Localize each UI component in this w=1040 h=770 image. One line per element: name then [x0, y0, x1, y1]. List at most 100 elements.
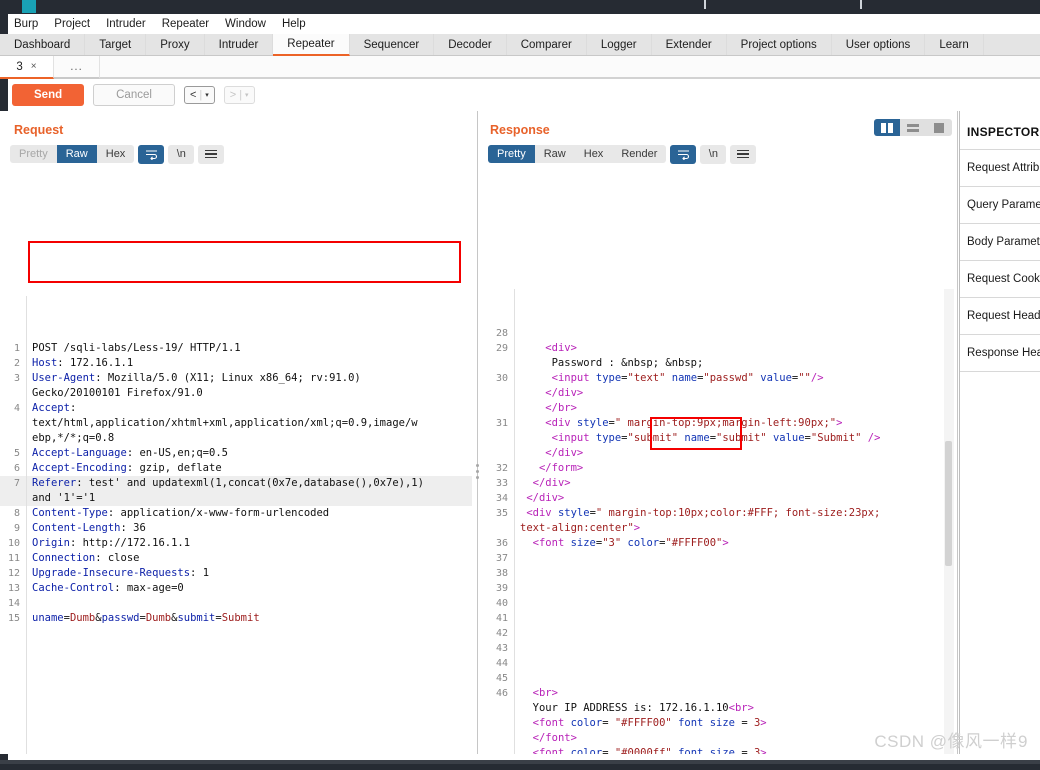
tab-logger[interactable]: Logger: [587, 34, 652, 55]
code-line: 6 Accept-Encoding: gzip, deflate: [0, 461, 472, 476]
tab-intruder[interactable]: Intruder: [205, 34, 274, 55]
tab-sequencer[interactable]: Sequencer: [350, 34, 435, 55]
code-text[interactable]: <div> Password : &nbsp; &nbsp;: [514, 341, 954, 371]
tab-learn[interactable]: Learn: [925, 34, 983, 55]
code-text[interactable]: [514, 596, 954, 611]
close-icon[interactable]: ×: [31, 61, 37, 72]
code-text[interactable]: <input type="text" name="passwd" value="…: [514, 371, 954, 416]
menu-help[interactable]: Help: [274, 16, 314, 32]
code-text[interactable]: [26, 596, 472, 611]
code-text[interactable]: uname=Dumb&passwd=Dumb&submit=Submit: [26, 611, 472, 626]
response-editor[interactable]: 28 29 <div> Password : &nbsp; &nbsp; 30 <…: [482, 289, 954, 754]
code-text[interactable]: POST /sqli-labs/Less-19/ HTTP/1.1: [26, 341, 472, 356]
layout-single-pane-icon[interactable]: [926, 119, 952, 136]
code-text[interactable]: [514, 656, 954, 671]
newline-icon[interactable]: \n: [168, 145, 194, 164]
code-text[interactable]: Upgrade-Insecure-Requests: 1: [26, 566, 472, 581]
line-number: 32: [482, 461, 514, 476]
code-text[interactable]: Accept-Language: en-US,en;q=0.5: [26, 446, 472, 461]
inspector-item-response-headers[interactable]: Response Headers: [960, 334, 1040, 371]
code-text[interactable]: Content-Length: 36: [26, 521, 472, 536]
code-text[interactable]: [514, 581, 954, 596]
code-line: 12 Upgrade-Insecure-Requests: 1: [0, 566, 472, 581]
newline-icon[interactable]: \n: [700, 145, 726, 164]
line-number: 5: [0, 446, 26, 461]
code-text[interactable]: Cache-Control: max-age=0: [26, 581, 472, 596]
menu-project[interactable]: Project: [46, 16, 98, 32]
tab-repeater[interactable]: Repeater: [273, 34, 349, 56]
tab-extender[interactable]: Extender: [652, 34, 727, 55]
request-response-divider[interactable]: [477, 111, 478, 754]
tab-proxy[interactable]: Proxy: [146, 34, 204, 55]
tab-dashboard[interactable]: Dashboard: [0, 34, 85, 55]
line-number: 6: [0, 461, 26, 476]
response-tab-render[interactable]: Render: [612, 145, 666, 163]
code-text[interactable]: </div>: [514, 476, 954, 491]
code-text[interactable]: [514, 671, 954, 686]
code-text[interactable]: Connection: close: [26, 551, 472, 566]
tab-project-options[interactable]: Project options: [727, 34, 832, 55]
code-line: 3 User-Agent: Mozilla/5.0 (X11; Linux x86…: [0, 371, 472, 401]
menu-intruder[interactable]: Intruder: [98, 16, 154, 32]
tab-decoder[interactable]: Decoder: [434, 34, 506, 55]
code-text[interactable]: <div style=" margin-top:9px;margin-left:…: [514, 416, 954, 461]
code-line: 14: [0, 596, 472, 611]
hamburger-icon[interactable]: [730, 145, 756, 164]
inspector-item-request-headers[interactable]: Request Headers: [960, 297, 1040, 334]
code-text[interactable]: </form>: [514, 461, 954, 476]
csdn-watermark: CSDN @像风一样9: [874, 727, 1028, 752]
menu-burp[interactable]: Burp: [6, 16, 46, 32]
code-text[interactable]: <div style=" margin-top:10px;color:#FFF;…: [514, 506, 954, 536]
code-text[interactable]: Accept: text/html,application/xhtml+xml,…: [26, 401, 472, 446]
code-text[interactable]: Origin: http://172.16.1.1: [26, 536, 472, 551]
code-line: 39: [482, 581, 954, 596]
request-tab-pretty[interactable]: Pretty: [10, 145, 57, 163]
tab-target[interactable]: Target: [85, 34, 146, 55]
menu-window[interactable]: Window: [217, 16, 274, 32]
request-editor[interactable]: 1 POST /sqli-labs/Less-19/ HTTP/1.1 2 Host:…: [0, 296, 472, 754]
prev-request-button[interactable]: < | ▾: [184, 86, 215, 104]
response-scrollbar-thumb[interactable]: [945, 441, 952, 566]
code-text[interactable]: [514, 641, 954, 656]
request-tab-hex[interactable]: Hex: [97, 145, 135, 163]
repeater-tab-more[interactable]: ...: [54, 56, 100, 79]
response-tab-pretty[interactable]: Pretty: [488, 145, 535, 163]
divider-handle-left[interactable]: [476, 464, 479, 479]
code-text[interactable]: </div>: [514, 491, 954, 506]
inspector-item-body-parameters[interactable]: Body Parameters: [960, 223, 1040, 260]
code-text[interactable]: Content-Type: application/x-www-form-url…: [26, 506, 472, 521]
layout-vertical-split-icon[interactable]: [874, 119, 900, 136]
code-text[interactable]: [514, 626, 954, 641]
inspector-item-request-attributes[interactable]: Request Attributes: [960, 149, 1040, 186]
code-text[interactable]: Referer: test' and updatexml(1,concat(0x…: [26, 476, 472, 506]
response-tab-hex[interactable]: Hex: [575, 145, 613, 163]
code-text[interactable]: [514, 611, 954, 626]
response-tab-raw[interactable]: Raw: [535, 145, 575, 163]
inspector-item-request-cookies[interactable]: Request Cookies: [960, 260, 1040, 297]
word-wrap-icon[interactable]: [670, 145, 696, 164]
tab-user-options[interactable]: User options: [832, 34, 926, 55]
line-number: 42: [482, 626, 514, 641]
code-text[interactable]: Accept-Encoding: gzip, deflate: [26, 461, 472, 476]
word-wrap-icon[interactable]: [138, 145, 164, 164]
tab-comparer[interactable]: Comparer: [507, 34, 587, 55]
inspector-item-query-parameters[interactable]: Query Parameters: [960, 186, 1040, 223]
request-tab-raw[interactable]: Raw: [57, 145, 97, 163]
chevron-down-icon: ▾: [245, 91, 249, 99]
code-text[interactable]: User-Agent: Mozilla/5.0 (X11; Linux x86_…: [26, 371, 472, 401]
layout-horizontal-split-icon[interactable]: [900, 119, 926, 136]
code-text[interactable]: [514, 551, 954, 566]
code-text[interactable]: [514, 566, 954, 581]
code-text[interactable]: Host: 172.16.1.1: [26, 356, 472, 371]
code-text[interactable]: [514, 326, 954, 341]
code-line: 44: [482, 656, 954, 671]
line-number: 36: [482, 536, 514, 551]
menu-repeater[interactable]: Repeater: [154, 16, 217, 32]
code-line: 38: [482, 566, 954, 581]
request-panel-title: Request: [0, 111, 472, 143]
send-button[interactable]: Send: [12, 84, 84, 106]
hamburger-icon[interactable]: [198, 145, 224, 164]
code-text[interactable]: <font size="3" color="#FFFF00">: [514, 536, 954, 551]
repeater-tab-3[interactable]: 3 ×: [0, 56, 54, 79]
response-inspector-divider[interactable]: [957, 111, 958, 754]
